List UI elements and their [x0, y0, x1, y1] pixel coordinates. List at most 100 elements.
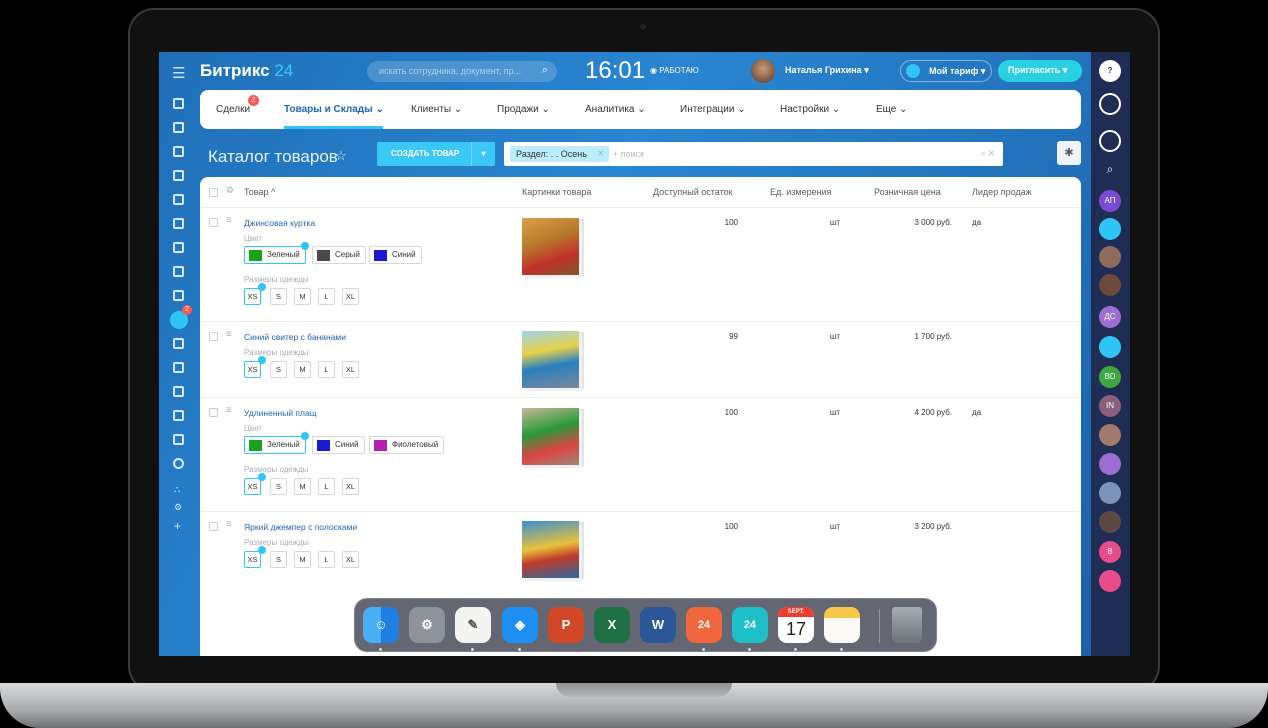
- close-icon[interactable]: ✕: [597, 149, 604, 158]
- product-name[interactable]: Синий свитер с бананами: [244, 332, 346, 342]
- contact-avatar[interactable]: [1099, 482, 1121, 504]
- user-name[interactable]: Наталья Грихина ▾: [785, 65, 869, 76]
- invite-button[interactable]: Пригласить ▾: [998, 60, 1082, 82]
- row-checkbox[interactable]: [209, 332, 218, 341]
- tariff-button[interactable]: Мой тариф ▾: [900, 60, 992, 82]
- sidebar-docs-icon[interactable]: [173, 194, 184, 205]
- size-option[interactable]: XL: [342, 288, 359, 305]
- size-option[interactable]: L: [318, 361, 335, 378]
- color-option[interactable]: Синий: [369, 246, 422, 264]
- clock[interactable]: 16:01: [585, 57, 645, 85]
- drag-handle-icon[interactable]: ≡: [226, 519, 232, 530]
- size-option[interactable]: XS: [244, 361, 261, 378]
- color-option[interactable]: Фиолетовый: [369, 436, 445, 454]
- bitrix-chat-icon[interactable]: 24: [686, 607, 722, 643]
- gear-icon[interactable]: ✱: [1057, 141, 1081, 165]
- sidebar-chat-icon[interactable]: [173, 146, 184, 157]
- sidebar-add-icon[interactable]: +: [174, 519, 181, 533]
- filter-search[interactable]: Раздел: . . Осень ✕ + поиск ⌕ ✕: [504, 142, 1003, 166]
- tab-analytics[interactable]: Аналитика ⌄: [585, 104, 646, 115]
- star-icon[interactable]: ☆: [335, 148, 347, 164]
- table-row[interactable]: ≡ Яркий джемпер с полосками Размеры одеж…: [200, 511, 1081, 591]
- messenger-icon[interactable]: [1099, 130, 1121, 152]
- contact-in[interactable]: IN: [1099, 395, 1121, 417]
- contact-avatar[interactable]: [1099, 424, 1121, 446]
- product-image[interactable]: [522, 408, 579, 465]
- word-icon[interactable]: W: [640, 607, 676, 643]
- column-header[interactable]: Розничная цена: [874, 187, 941, 197]
- column-header[interactable]: Доступный остаток: [653, 187, 733, 197]
- row-checkbox[interactable]: [209, 218, 218, 227]
- sidebar-drive-icon[interactable]: [173, 218, 184, 229]
- size-option[interactable]: XL: [342, 361, 359, 378]
- column-header[interactable]: Ед. измерения: [770, 187, 831, 197]
- column-header[interactable]: Лидер продаж: [972, 187, 1032, 197]
- drag-handle-icon[interactable]: ≡: [226, 215, 232, 226]
- bitrix24-icon[interactable]: 24: [732, 607, 768, 643]
- contact-v[interactable]: В: [1099, 541, 1121, 563]
- tab-products[interactable]: Товары и Склады ⌄: [284, 104, 384, 115]
- chevron-down-icon[interactable]: ▾: [471, 142, 495, 166]
- search-icon[interactable]: ⌕: [542, 64, 548, 77]
- product-name[interactable]: Джинсовая куртка: [244, 218, 315, 228]
- work-status[interactable]: ◉ РАБОТАЮ: [650, 66, 699, 75]
- product-image[interactable]: [522, 521, 579, 578]
- gear-icon[interactable]: ⚙: [226, 185, 234, 196]
- notes-icon[interactable]: [824, 607, 860, 643]
- product-image[interactable]: [522, 331, 579, 388]
- notifications-icon[interactable]: [1099, 93, 1121, 115]
- sidebar-settings-icon[interactable]: ⚙: [174, 502, 182, 513]
- contact-avatar[interactable]: [1099, 246, 1121, 268]
- help-icon[interactable]: ?: [1099, 60, 1121, 82]
- size-option[interactable]: L: [318, 478, 335, 495]
- menu-icon[interactable]: ☰: [172, 64, 185, 82]
- contact-avatar[interactable]: [1099, 511, 1121, 533]
- sidebar-box-icon[interactable]: [173, 434, 184, 445]
- size-option[interactable]: XS: [244, 288, 261, 305]
- tab-integrations[interactable]: Интеграции ⌄: [680, 104, 746, 115]
- contact-ds[interactable]: ДС: [1099, 306, 1121, 328]
- size-option[interactable]: M: [294, 361, 311, 378]
- finder-icon[interactable]: ☺: [363, 607, 399, 643]
- row-checkbox[interactable]: [209, 408, 218, 417]
- contact-avatar[interactable]: [1099, 274, 1121, 296]
- product-image[interactable]: [522, 218, 579, 275]
- brand-logo[interactable]: Битрикс 24: [200, 61, 293, 81]
- sidebar-mail-icon[interactable]: [173, 242, 184, 253]
- color-option[interactable]: Серый: [312, 246, 366, 264]
- sidebar-structure-icon[interactable]: ⛬: [174, 484, 180, 495]
- drag-handle-icon[interactable]: ≡: [226, 405, 232, 416]
- size-option[interactable]: S: [270, 551, 287, 568]
- size-option[interactable]: M: [294, 551, 311, 568]
- filter-chip[interactable]: Раздел: . . Осень ✕: [510, 146, 609, 162]
- sidebar-tasks-check-icon[interactable]: [173, 290, 184, 301]
- size-option[interactable]: XL: [342, 551, 359, 568]
- size-option[interactable]: XS: [244, 478, 261, 495]
- color-option[interactable]: Зеленый: [244, 432, 309, 454]
- safari-icon[interactable]: ◈: [502, 607, 538, 643]
- size-option[interactable]: S: [270, 288, 287, 305]
- sidebar-groups-icon[interactable]: [173, 266, 184, 277]
- sidebar-feed-icon[interactable]: [173, 98, 184, 109]
- sidebar-target-icon[interactable]: [173, 338, 184, 349]
- contact-avatar[interactable]: [1099, 570, 1121, 592]
- tab-settings[interactable]: Настройки ⌄: [780, 104, 840, 115]
- tab-more[interactable]: Еще ⌄: [876, 104, 908, 115]
- size-option[interactable]: M: [294, 478, 311, 495]
- table-row[interactable]: ≡ Синий свитер с бананами Размеры одежды…: [200, 321, 1081, 397]
- tab-deals[interactable]: Сделки: [216, 104, 250, 115]
- size-option[interactable]: XL: [342, 478, 359, 495]
- table-row[interactable]: ≡ Удлиненный плащ Цвет Зеленый Синий Фио…: [200, 397, 1081, 511]
- size-option[interactable]: XS: [244, 551, 261, 568]
- search-contacts-icon[interactable]: ⌕: [1099, 158, 1121, 180]
- size-option[interactable]: M: [294, 288, 311, 305]
- column-header[interactable]: Товар ^: [244, 187, 275, 197]
- column-header[interactable]: Картинки товара: [522, 187, 591, 197]
- system-preferences-icon[interactable]: ⚙: [409, 607, 445, 643]
- color-option[interactable]: Синий: [312, 436, 365, 454]
- tab-sales[interactable]: Продажи ⌄: [497, 104, 550, 115]
- sidebar-robot-icon[interactable]: [173, 410, 184, 421]
- sidebar-tasks-icon[interactable]: [173, 122, 184, 133]
- textedit-icon[interactable]: ✎: [455, 607, 491, 643]
- trash-icon[interactable]: [892, 607, 922, 643]
